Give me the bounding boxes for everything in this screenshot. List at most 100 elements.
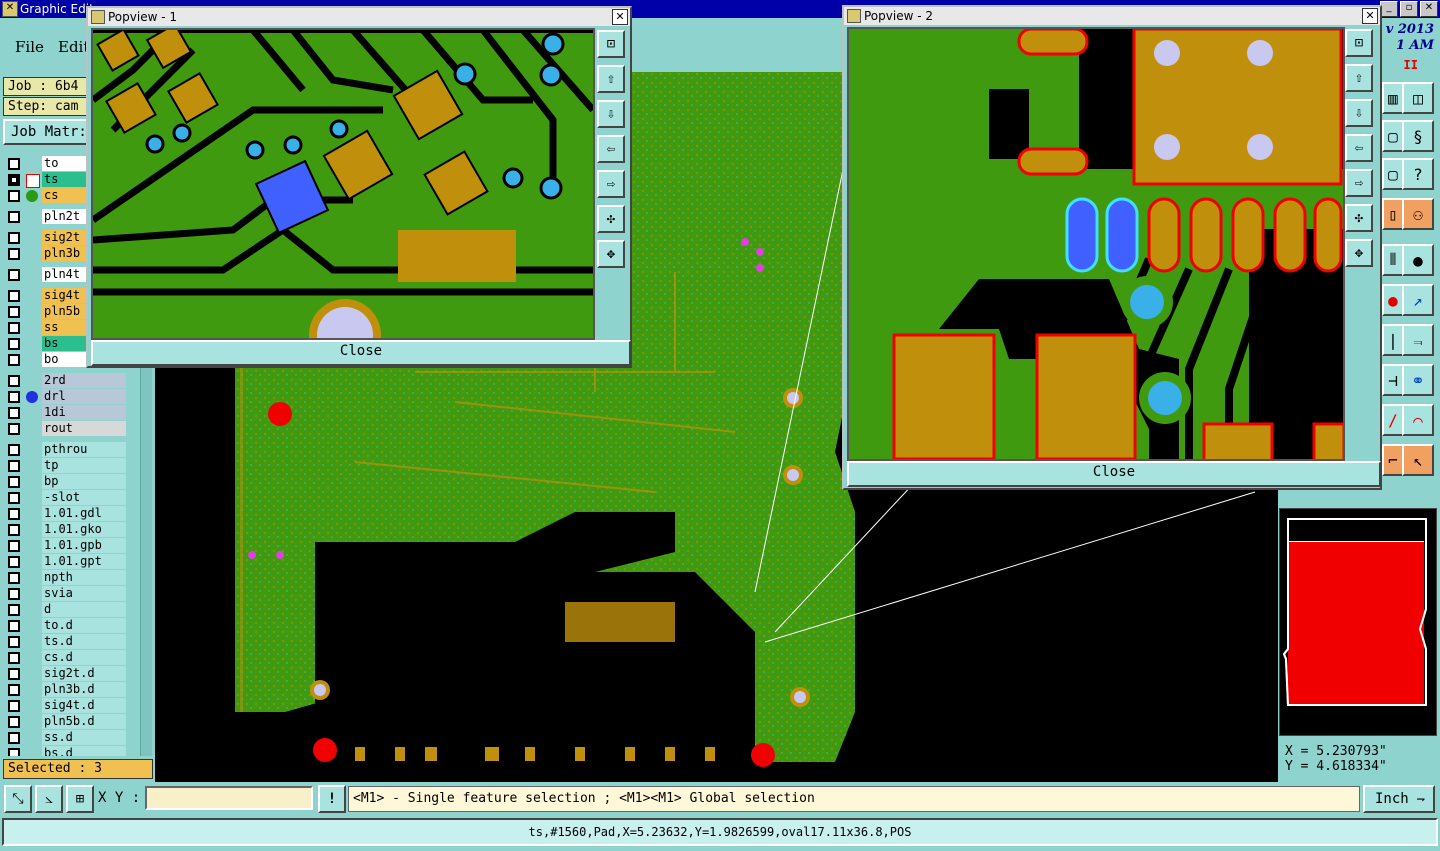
popview-2-close-button[interactable]: Close — [847, 461, 1381, 487]
layer-row-tp[interactable]: tp — [4, 458, 152, 474]
layer-name[interactable]: 1.01.gpt — [42, 554, 126, 569]
layer-checkbox[interactable] — [8, 748, 20, 756]
layer-row-sig2t-d[interactable]: sig2t.d — [4, 666, 152, 682]
layer-checkbox[interactable] — [8, 322, 20, 334]
layer-checkbox[interactable] — [8, 391, 20, 403]
layer-row-pthrou[interactable]: pthrou — [4, 442, 152, 458]
pan-up-icon[interactable]: ⇧ — [597, 65, 625, 93]
layer-row-1-01-gko[interactable]: 1.01.gko — [4, 522, 152, 538]
layer-checkbox[interactable] — [8, 508, 20, 520]
layer-name[interactable]: 1di — [42, 405, 126, 420]
zoom-in-icon[interactable]: ✣ — [597, 205, 625, 233]
layer-row-1-01-gpb[interactable]: 1.01.gpb — [4, 538, 152, 554]
tool-bar-icon[interactable]: ⊣ — [1382, 364, 1404, 396]
layer-name[interactable]: pln5b.d — [42, 714, 126, 729]
layer-checkbox[interactable] — [8, 158, 20, 170]
popview-1-close-x[interactable]: ✕ — [612, 9, 628, 25]
layer-checkbox[interactable] — [8, 684, 20, 696]
tool-box-icon[interactable]: ▢ — [1382, 158, 1404, 190]
tool-shapes-icon[interactable]: ⚭ — [1402, 364, 1434, 396]
layer-checkbox[interactable] — [8, 524, 20, 536]
layer-row-rout[interactable]: rout — [4, 421, 152, 437]
layer-checkbox[interactable] — [8, 476, 20, 488]
tool-arc-icon[interactable]: ∕ — [1382, 404, 1404, 436]
layer-name[interactable]: npth — [42, 570, 126, 585]
exclaim-button[interactable]: ! — [318, 785, 346, 813]
layer-checkbox[interactable] — [8, 375, 20, 387]
layer-row-1-01-gdl[interactable]: 1.01.gdl — [4, 506, 152, 522]
layer-checkbox[interactable] — [8, 732, 20, 744]
tool-step-icon[interactable]: ⌐ — [1382, 444, 1404, 476]
layer-name[interactable]: 1.01.gko — [42, 522, 126, 537]
xy-input[interactable] — [145, 786, 313, 810]
layer-row-cs-d[interactable]: cs.d — [4, 650, 152, 666]
layer-checkbox[interactable] — [8, 269, 20, 281]
popview-1-close-button[interactable]: Close — [91, 340, 631, 366]
zoom-in-icon[interactable]: ✣ — [1345, 204, 1373, 232]
layer-checkbox[interactable] — [8, 540, 20, 552]
layer-name[interactable]: -slot — [42, 490, 126, 505]
pan-right-icon[interactable]: ⇨ — [1345, 169, 1373, 197]
layer-checkbox[interactable] — [8, 354, 20, 366]
layer-name[interactable]: drl — [42, 389, 126, 404]
layer-checkbox[interactable] — [8, 588, 20, 600]
layer-name[interactable]: 1.01.gdl — [42, 506, 126, 521]
tool-arch-icon[interactable]: ⌒ — [1402, 404, 1434, 436]
layer-row-sig4t-d[interactable]: sig4t.d — [4, 698, 152, 714]
tool-split-icon[interactable]: ⫬ — [1402, 324, 1434, 356]
pan-down-icon[interactable]: ⇩ — [1345, 99, 1373, 127]
layer-name[interactable]: bs.d — [42, 746, 126, 756]
layer-name[interactable]: cs.d — [42, 650, 126, 665]
menu-file[interactable]: File — [15, 38, 44, 56]
layer-row-drl[interactable]: drl — [4, 389, 152, 405]
pan-left-icon[interactable]: ⇦ — [597, 135, 625, 163]
tool-vector-icon[interactable]: ↗ — [1402, 284, 1434, 316]
popview-1-view[interactable] — [91, 28, 595, 340]
layer-checkbox[interactable] — [8, 716, 20, 728]
tool-snap-icon[interactable]: ● — [1402, 244, 1434, 276]
tool-grid-icon[interactable]: ▥ — [1382, 82, 1404, 114]
layer-name[interactable]: ts.d — [42, 634, 126, 649]
overview-map[interactable] — [1279, 508, 1437, 736]
layer-checkbox[interactable] — [8, 700, 20, 712]
layer-name[interactable]: svia — [42, 586, 126, 601]
layer-name[interactable]: sig4t.d — [42, 698, 126, 713]
tool-route-icon[interactable]: § — [1402, 120, 1434, 152]
zoom-fit-icon[interactable]: ⤡ — [4, 785, 32, 813]
measure-icon[interactable]: ⦣ — [35, 785, 63, 813]
layer-row-ts-d[interactable]: ts.d — [4, 634, 152, 650]
layer-checkbox[interactable] — [8, 604, 20, 616]
layer-row-1-01-gpt[interactable]: 1.01.gpt — [4, 554, 152, 570]
layer-name[interactable]: rout — [42, 421, 126, 436]
layer-checkbox[interactable] — [8, 407, 20, 419]
layer-row-bs-d[interactable]: bs.d — [4, 746, 152, 756]
tool-point-icon[interactable]: ● — [1382, 284, 1404, 316]
layer-row-d[interactable]: d — [4, 602, 152, 618]
layer-checkbox[interactable] — [8, 492, 20, 504]
layer-name[interactable]: pthrou — [42, 442, 126, 457]
pan-left-icon[interactable]: ⇦ — [1345, 134, 1373, 162]
layer-checkbox[interactable] — [8, 444, 20, 456]
tool-frame-icon[interactable]: ▢ — [1382, 120, 1404, 152]
layer-checkbox[interactable] — [8, 290, 20, 302]
layer-checkbox[interactable] — [8, 174, 20, 186]
popview-2-close-x[interactable]: ✕ — [1362, 8, 1378, 24]
layer-row-bp[interactable]: bp — [4, 474, 152, 490]
tool-measure-icon[interactable]: ▯ — [1382, 198, 1404, 230]
minimize-button[interactable]: _ — [1380, 1, 1398, 17]
layer-name[interactable]: to.d — [42, 618, 126, 633]
layer-checkbox[interactable] — [8, 636, 20, 648]
layer-row-pln3b-d[interactable]: pln3b.d — [4, 682, 152, 698]
layer-row--slot[interactable]: -slot — [4, 490, 152, 506]
menu-edit[interactable]: Edit — [58, 38, 89, 56]
layer-name[interactable]: 1.01.gpb — [42, 538, 126, 553]
layer-checkbox[interactable] — [8, 211, 20, 223]
unit-selector[interactable]: Inch ⇁ — [1363, 785, 1435, 813]
layer-row-to-d[interactable]: to.d — [4, 618, 152, 634]
layer-checkbox[interactable] — [8, 460, 20, 472]
layer-checkbox[interactable] — [8, 668, 20, 680]
layer-checkbox[interactable] — [8, 620, 20, 632]
tool-window-icon[interactable]: ◫ — [1402, 82, 1434, 114]
layer-checkbox[interactable] — [8, 248, 20, 260]
zoom-home-icon[interactable]: ⊡ — [1345, 29, 1373, 57]
